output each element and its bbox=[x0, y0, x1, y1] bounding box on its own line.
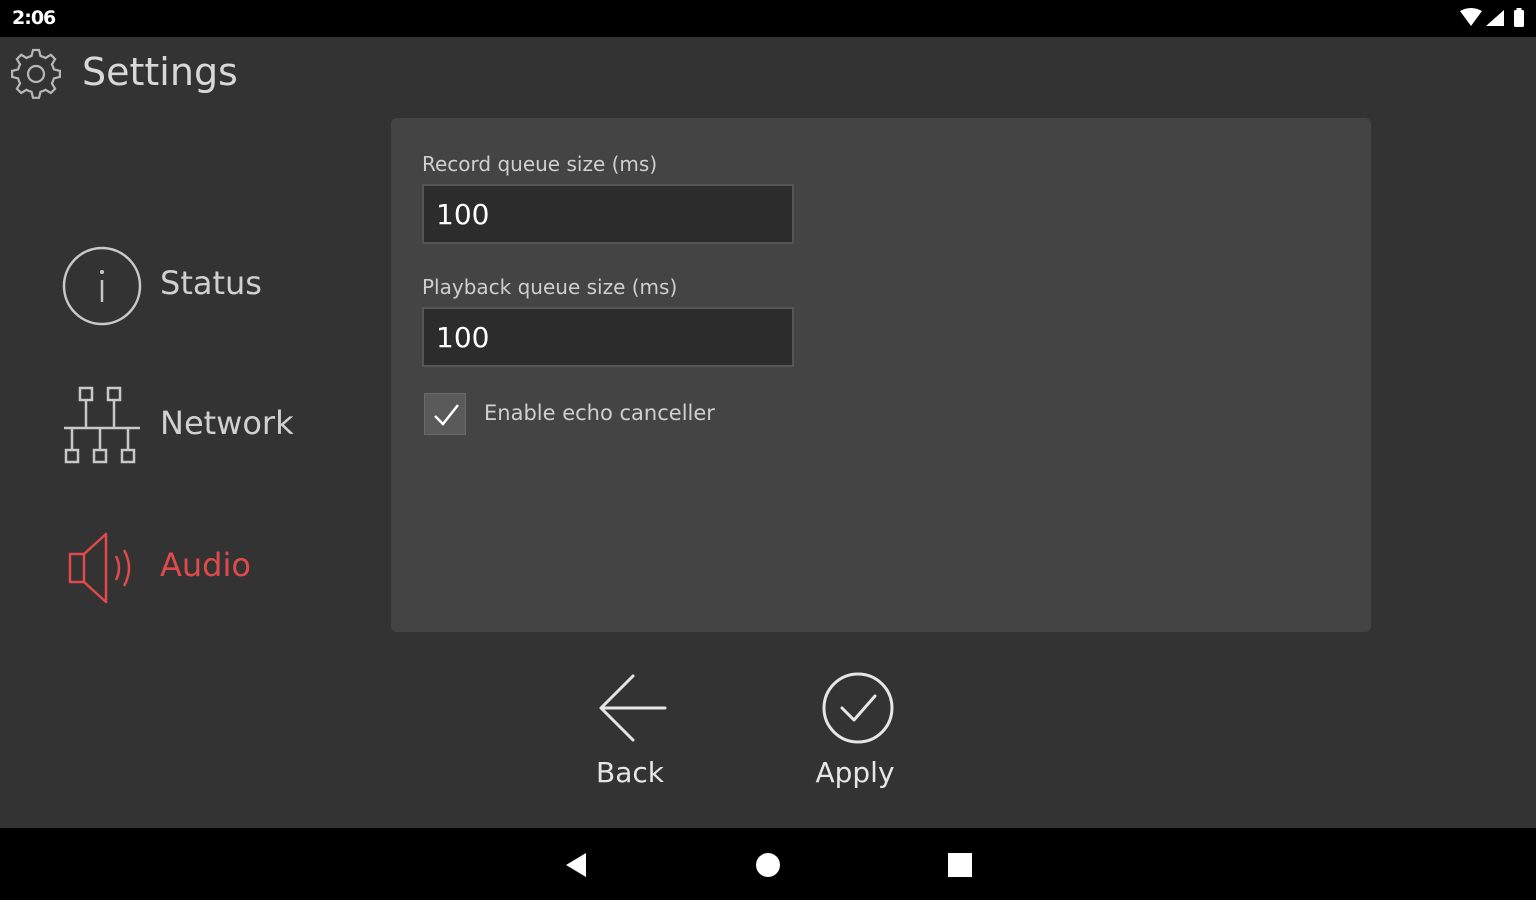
sidebar-item-status[interactable]: Status bbox=[60, 244, 360, 328]
cellular-signal-icon bbox=[1486, 10, 1504, 26]
navigation-bar bbox=[0, 828, 1536, 900]
playback-queue-input[interactable] bbox=[422, 307, 794, 367]
sidebar-item-network[interactable]: Network bbox=[60, 384, 360, 468]
check-circle-icon bbox=[822, 672, 894, 744]
audio-settings-panel: Record queue size (ms) Playback queue si… bbox=[391, 118, 1371, 632]
record-queue-input[interactable] bbox=[422, 184, 794, 244]
home-circle-icon[interactable] bbox=[753, 850, 783, 880]
status-time: 2:06 bbox=[12, 7, 56, 29]
sidebar-item-label: Status bbox=[160, 264, 262, 302]
status-bar: 2:06 bbox=[0, 0, 1536, 37]
back-triangle-icon[interactable] bbox=[562, 850, 592, 880]
page-title: Settings bbox=[82, 50, 238, 94]
gear-icon bbox=[11, 48, 61, 99]
recents-square-icon[interactable] bbox=[945, 850, 975, 880]
network-icon bbox=[64, 386, 140, 464]
echo-canceller-checkbox[interactable] bbox=[424, 393, 466, 435]
back-button-label: Back bbox=[596, 756, 664, 789]
sidebar-item-label: Audio bbox=[160, 546, 251, 584]
status-icons bbox=[1460, 8, 1526, 28]
sidebar-item-audio[interactable]: Audio bbox=[60, 526, 360, 610]
apply-button[interactable]: Apply bbox=[785, 668, 925, 798]
battery-icon bbox=[1514, 8, 1524, 27]
arrow-left-icon bbox=[599, 674, 667, 742]
wifi-icon bbox=[1460, 8, 1482, 26]
apply-button-label: Apply bbox=[815, 756, 895, 789]
back-button[interactable]: Back bbox=[560, 668, 700, 798]
record-queue-label: Record queue size (ms) bbox=[422, 152, 658, 176]
checkmark-icon bbox=[434, 404, 459, 426]
speaker-icon bbox=[68, 532, 131, 604]
info-icon bbox=[62, 246, 142, 326]
echo-canceller-label: Enable echo canceller bbox=[484, 401, 715, 425]
echo-canceller-row[interactable]: Enable echo canceller bbox=[424, 393, 824, 435]
playback-queue-label: Playback queue size (ms) bbox=[422, 275, 678, 299]
sidebar-item-label: Network bbox=[160, 404, 294, 442]
